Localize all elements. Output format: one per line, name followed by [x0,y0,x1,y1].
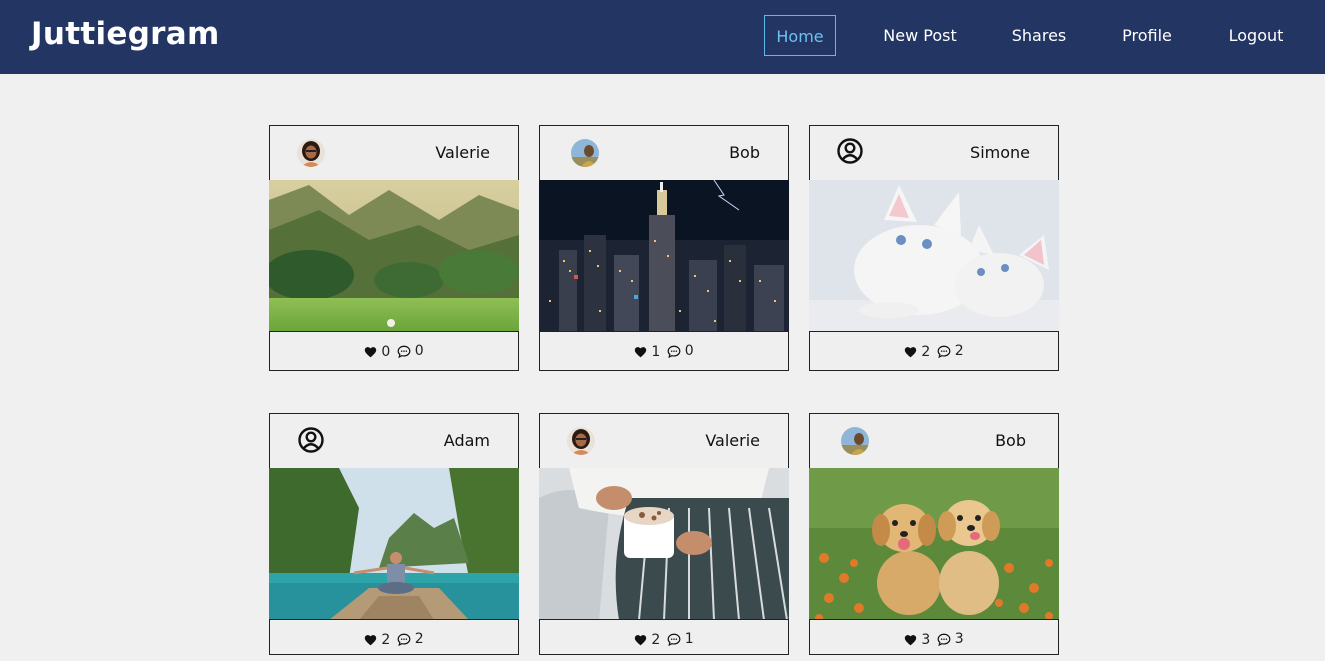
navbar: Juttiegram Home New Post Shares Profile … [0,0,1325,74]
comment-icon [937,633,951,646]
post-header: Valerie [269,125,519,181]
valerie-avatar[interactable] [297,139,325,167]
post-card: Bob [539,125,789,372]
nav-shares[interactable]: Shares [1002,15,1076,56]
heart-icon [635,634,647,645]
post-username[interactable]: Valerie [705,431,760,450]
post-image-hot-chocolate-cup[interactable] [539,468,789,620]
likes-stat[interactable]: 1 [634,333,660,371]
post-image-night-city-skyline[interactable] [539,180,789,332]
likes-count: 3 [921,631,931,648]
post-card: Bob [809,413,1059,655]
post-stats: 2 2 [269,619,519,655]
comments-stat[interactable]: 2 [937,332,964,370]
heart-icon [905,634,917,645]
comments-stat[interactable]: 3 [937,620,964,658]
comment-icon [667,345,681,358]
likes-stat[interactable]: 0 [364,333,390,371]
post-image-white-kittens[interactable] [809,180,1059,332]
comments-count: 2 [954,343,964,359]
likes-count: 2 [381,631,391,648]
heart-icon [365,346,377,357]
bob-avatar[interactable] [841,427,869,455]
nav-profile[interactable]: Profile [1110,15,1184,56]
generic-user-icon[interactable] [297,426,325,454]
brand-logo[interactable]: Juttiegram [31,16,220,52]
post-stats: 2 2 [809,331,1059,371]
comment-icon [667,633,681,646]
likes-stat[interactable]: 3 [904,621,930,659]
post-image-golden-puppies[interactable] [809,468,1059,620]
post-header: Valerie [539,413,789,469]
likes-stat[interactable]: 2 [634,621,660,659]
comment-icon [937,345,951,358]
comments-count: 0 [684,343,694,359]
nav-new-post[interactable]: New Post [870,15,970,56]
comments-stat[interactable]: 1 [667,620,694,658]
valerie-avatar[interactable] [567,427,595,455]
nav-home[interactable]: Home [764,15,836,56]
post-stats: 3 3 [809,619,1059,655]
post-card: Valerie 0 0 [269,125,519,372]
comments-stat[interactable]: 2 [397,620,424,658]
post-card: Adam 2 2 [269,413,519,655]
likes-count: 1 [651,343,661,360]
likes-stat[interactable]: 2 [364,621,390,659]
post-card: Simone 2 2 [809,125,1059,372]
post-image-boat-on-lagoon[interactable] [269,468,519,620]
post-username[interactable]: Bob [995,431,1026,450]
bob-avatar[interactable] [571,139,599,167]
comment-icon [397,633,411,646]
post-stats: 2 1 [539,619,789,655]
nav-logout[interactable]: Logout [1218,15,1294,56]
post-header: Bob [539,125,789,181]
comments-count: 1 [684,631,694,647]
post-card: Valerie 2 1 [539,413,789,655]
heart-icon [635,346,647,357]
comments-count: 0 [414,343,424,359]
generic-user-icon[interactable] [836,137,864,165]
post-header: Bob [809,413,1059,469]
post-stats: 0 0 [269,331,519,371]
post-header: Simone [809,125,1059,181]
comments-stat[interactable]: 0 [667,332,694,370]
comments-stat[interactable]: 0 [397,332,424,370]
comments-count: 2 [414,631,424,647]
post-username[interactable]: Bob [729,143,760,162]
heart-icon [365,634,377,645]
post-username[interactable]: Adam [444,431,490,450]
post-username[interactable]: Valerie [435,143,490,162]
post-username[interactable]: Simone [970,143,1030,162]
comments-count: 3 [954,631,964,647]
likes-count: 0 [381,343,391,360]
post-header: Adam [269,413,519,469]
likes-count: 2 [921,343,931,360]
comment-icon [397,345,411,358]
post-image-mountain-rice-field[interactable] [269,180,519,332]
likes-stat[interactable]: 2 [904,333,930,371]
post-stats: 1 0 [539,331,789,371]
heart-icon [905,346,917,357]
likes-count: 2 [651,631,661,648]
